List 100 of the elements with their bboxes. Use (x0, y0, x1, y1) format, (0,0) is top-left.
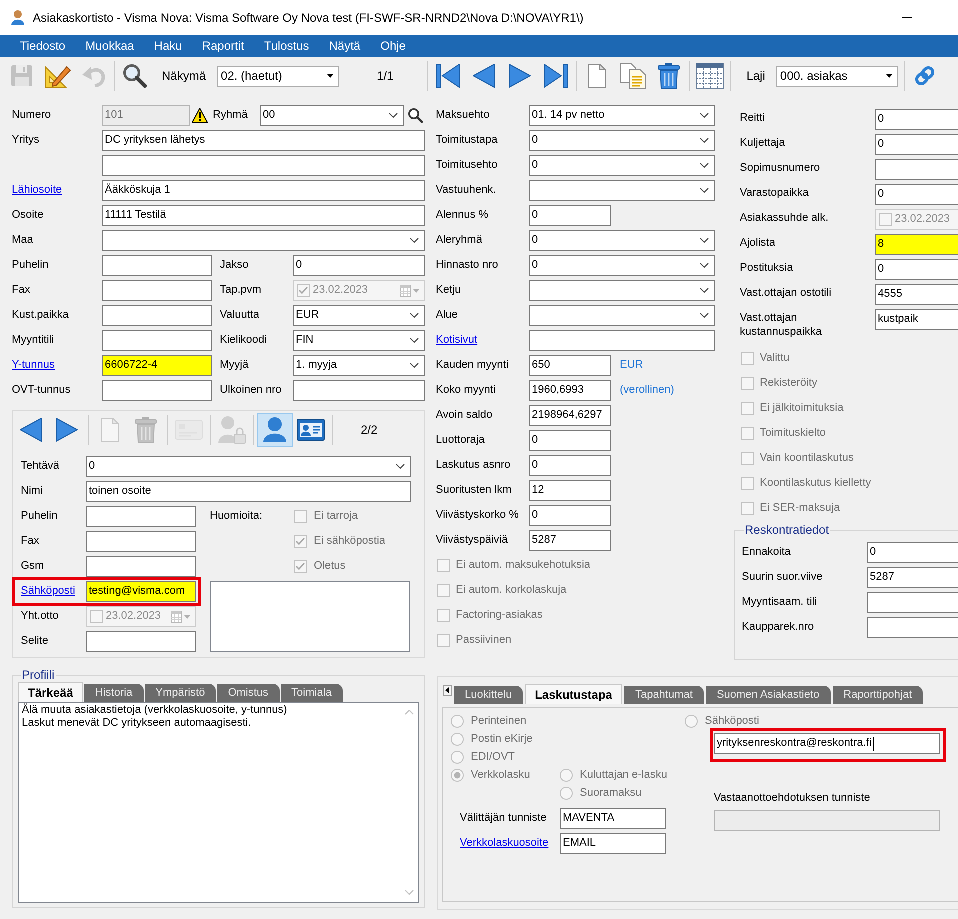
dropdown[interactable]: 0 (529, 130, 715, 151)
text-field[interactable]: DC yrityksen lähetys (102, 130, 425, 151)
text-field[interactable]: 1960,6993 (529, 380, 611, 401)
text-field[interactable]: 650 (529, 355, 611, 376)
dropdown[interactable]: 000. asiakas (776, 66, 898, 86)
link[interactable]: Y-tunnus (12, 357, 56, 374)
text-field[interactable]: 0 (875, 109, 958, 130)
tab[interactable]: Historia (84, 684, 144, 702)
trash-icon[interactable] (658, 63, 680, 89)
left-arrow-icon[interactable] (472, 64, 495, 88)
search-icon[interactable] (123, 64, 147, 88)
dropdown[interactable] (529, 180, 715, 201)
text-field[interactable] (102, 155, 425, 176)
pages-icon[interactable] (620, 63, 646, 89)
text-field[interactable]: 0 (529, 205, 611, 226)
text-field[interactable]: 8 (875, 234, 958, 255)
text-field[interactable]: 0 (867, 542, 958, 563)
text-field[interactable]: 0 (875, 184, 958, 205)
text-field[interactable] (867, 592, 958, 613)
left-arrow-icon[interactable] (20, 418, 42, 442)
menu-item[interactable]: Tulostus (254, 37, 320, 55)
right-bar-arrow-icon[interactable] (544, 64, 568, 88)
dropdown[interactable]: 00 (260, 105, 404, 126)
text-field[interactable]: 0 (875, 134, 958, 155)
dropdown[interactable]: 0 (86, 456, 411, 477)
text-field[interactable]: yrityksenreskontra@reskontra.fi (714, 733, 940, 754)
menu-item[interactable]: Ohje (370, 37, 416, 55)
tab[interactable]: Laskutustapa (525, 684, 622, 704)
tab[interactable]: Luokittelu (454, 686, 524, 704)
right-arrow-icon[interactable] (508, 64, 531, 88)
dropdown[interactable] (102, 230, 425, 251)
dropdown[interactable]: FIN (293, 330, 425, 351)
tab[interactable]: Toimiala (280, 684, 343, 702)
text-field[interactable]: toinen osoite (86, 481, 411, 502)
link[interactable]: Kotisivut (436, 332, 478, 349)
text-field[interactable]: 6606722-4 (102, 355, 212, 376)
tab[interactable]: Tärkeää (18, 682, 84, 702)
dropdown[interactable] (529, 305, 715, 326)
menu-item[interactable]: Haku (144, 37, 192, 55)
text-field[interactable]: testing@visma.com (86, 581, 196, 602)
text-field[interactable]: 12 (529, 480, 611, 501)
tab[interactable]: Raporttipohjat (832, 686, 924, 704)
menu-item[interactable]: Näytä (319, 37, 371, 55)
tab[interactable]: Omistus (217, 684, 280, 702)
chevron-up-icon[interactable] (405, 710, 414, 715)
dropdown[interactable]: 0 (529, 155, 715, 176)
text-field[interactable]: kustpaik (875, 309, 958, 330)
dropdown[interactable] (529, 280, 715, 301)
text-field[interactable] (529, 330, 715, 351)
tab[interactable]: Tapahtumat (624, 686, 704, 704)
right-arrow-icon[interactable] (56, 418, 78, 442)
text-field[interactable] (86, 556, 196, 577)
text-field[interactable] (86, 631, 196, 652)
text-field[interactable]: 0 (875, 259, 958, 280)
left-bar-arrow-icon[interactable] (436, 64, 460, 88)
text-field[interactable]: 5287 (529, 530, 611, 551)
text-field[interactable] (102, 255, 212, 276)
text-field[interactable] (102, 305, 212, 326)
text-field[interactable] (875, 159, 958, 180)
menu-item[interactable]: Muokkaa (76, 37, 144, 55)
text-field[interactable] (102, 380, 212, 401)
notes-field[interactable] (210, 581, 410, 652)
dropdown[interactable]: 0 (529, 255, 715, 276)
table-icon[interactable] (696, 63, 724, 89)
tab[interactable]: Ympäristö (144, 684, 216, 702)
text-field[interactable]: EMAIL (560, 833, 666, 854)
left-scroll-arrow-icon[interactable] (443, 685, 452, 696)
text-field[interactable]: MAVENTA (560, 808, 666, 829)
text-field[interactable] (86, 506, 196, 527)
link[interactable]: Sähköposti (21, 583, 76, 600)
text-field[interactable]: 0 (529, 505, 611, 526)
text-field[interactable]: 0 (293, 255, 425, 276)
dropdown[interactable]: 1. myyja (293, 355, 425, 376)
page-icon[interactable] (588, 64, 606, 88)
pencil-ruler-icon[interactable] (45, 64, 71, 88)
text-field[interactable] (102, 330, 212, 351)
text-field[interactable]: 0 (529, 455, 611, 476)
chevron-down-icon[interactable] (405, 890, 414, 895)
text-field[interactable]: 11111 Testilä (102, 205, 425, 226)
text-area[interactable]: Älä muuta asiakastietoja (verkkolaskuosoite, y-tunnus) Laskut menevät DC yritykseen automaagisesti. (18, 702, 419, 903)
text-field[interactable] (102, 280, 212, 301)
text-field[interactable]: 0 (529, 430, 611, 451)
search-icon[interactable] (408, 108, 423, 123)
dropdown[interactable]: 02. (haetut) (217, 66, 340, 86)
text-field[interactable]: 4555 (875, 284, 958, 305)
text-field[interactable]: Ääkköskuja 1 (102, 180, 425, 201)
dropdown[interactable]: 01. 14 pv netto (529, 105, 715, 126)
dropdown[interactable]: EUR (293, 305, 425, 326)
text-field[interactable] (867, 617, 958, 638)
toggle-button[interactable] (257, 413, 293, 447)
text-field[interactable]: 5287 (867, 567, 958, 588)
text-field[interactable]: 2198964,6297 (529, 405, 611, 426)
link[interactable]: Lähiosoite (12, 182, 62, 199)
dropdown[interactable]: 0 (529, 230, 715, 251)
link[interactable]: Verkkolaskuosoite (460, 835, 549, 852)
text-field[interactable] (86, 531, 196, 552)
text-field[interactable] (293, 380, 425, 401)
tab[interactable]: Suomen Asiakastieto (706, 686, 831, 704)
menu-item[interactable]: Tiedosto (10, 37, 76, 55)
menu-item[interactable]: Raportit (192, 37, 254, 55)
